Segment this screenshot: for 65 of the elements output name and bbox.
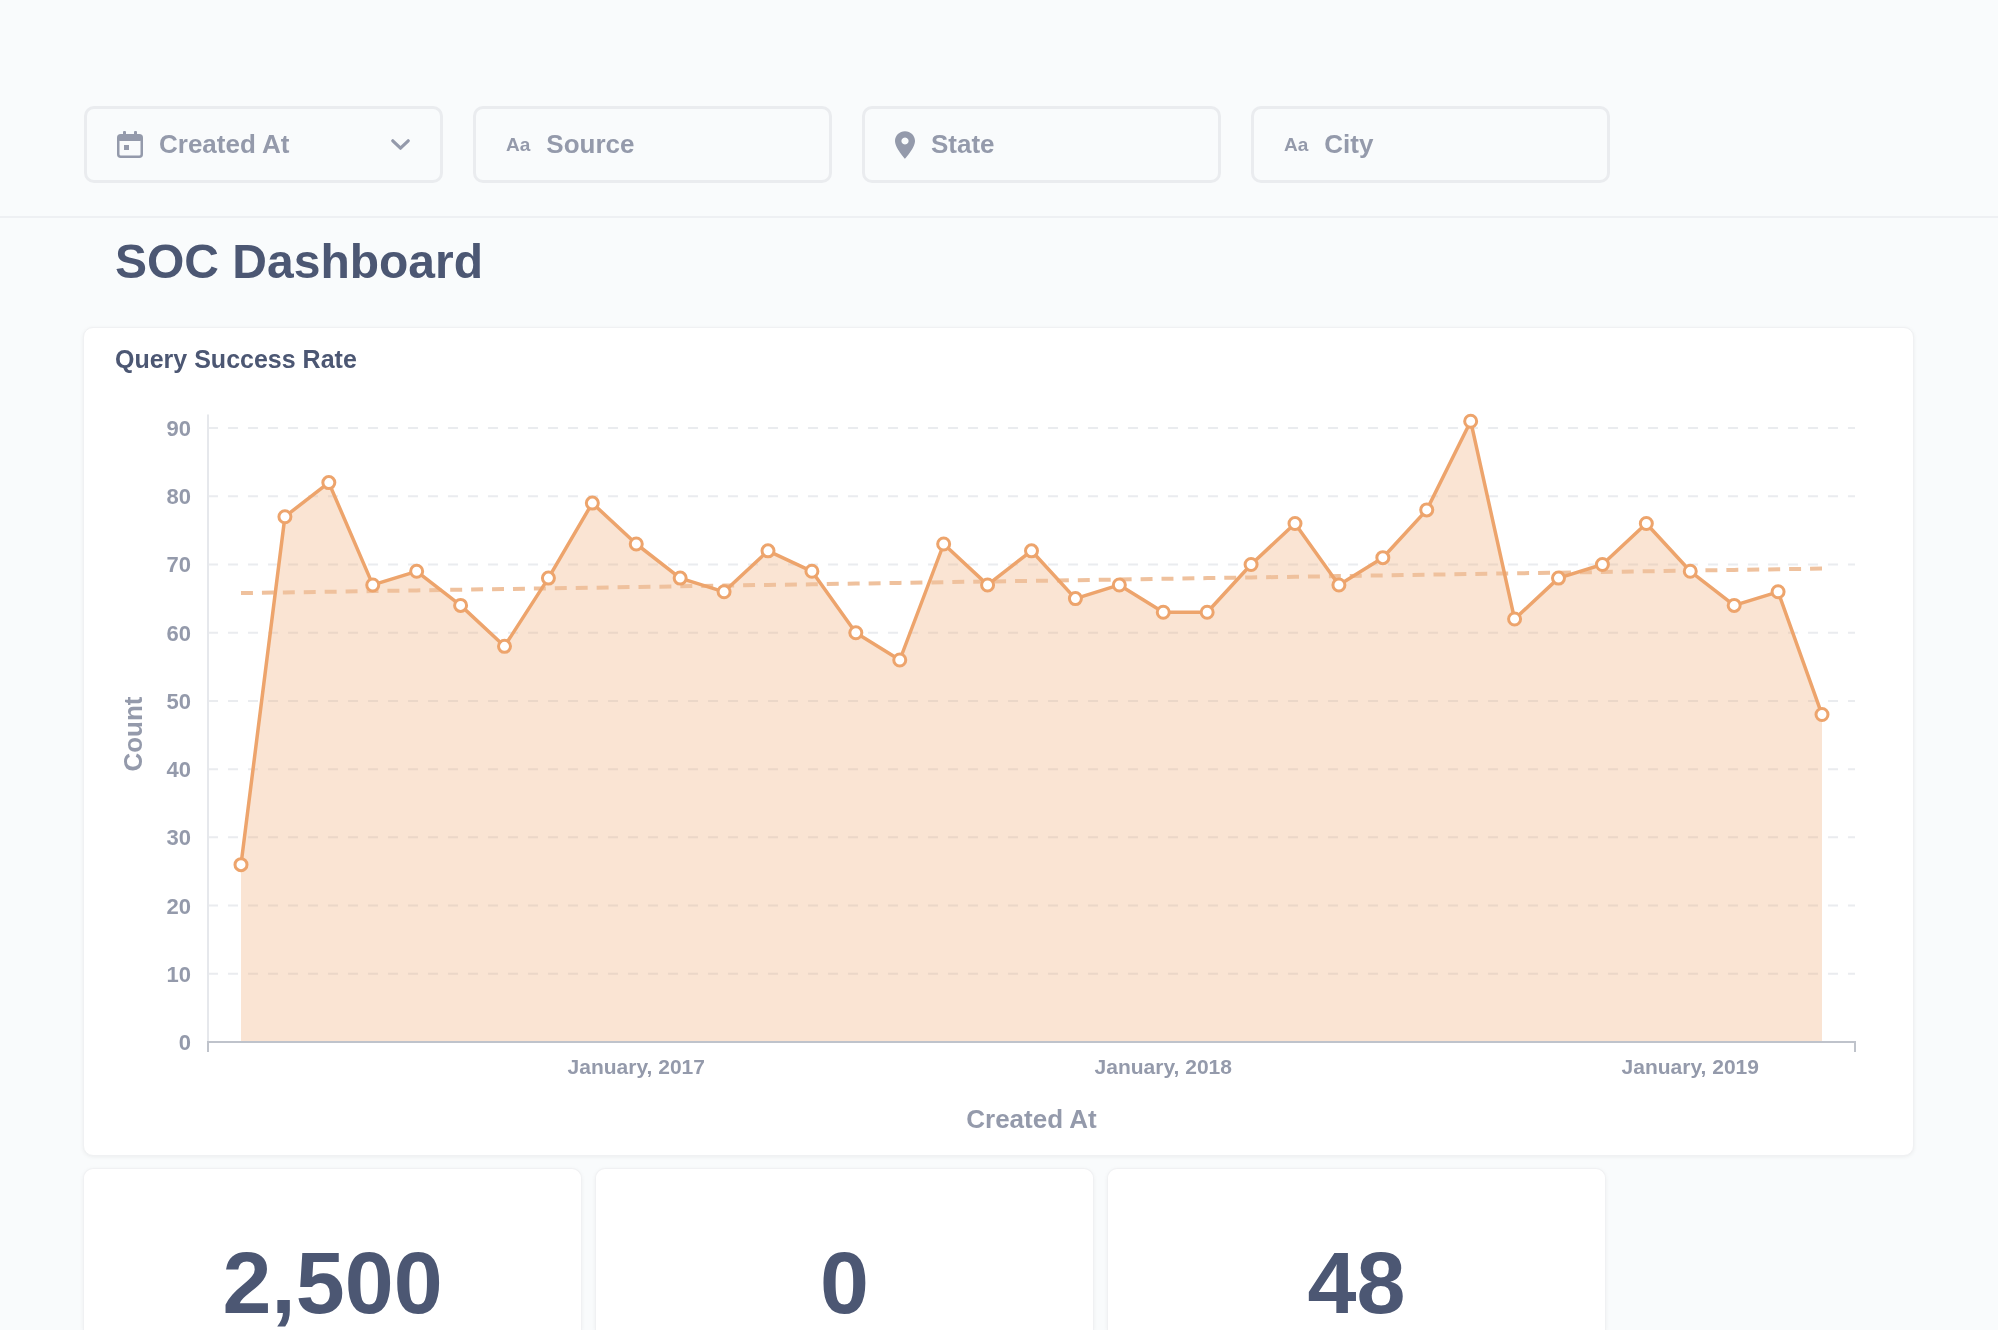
x-axis-title: Created At	[966, 1104, 1097, 1134]
data-point	[1770, 584, 1786, 600]
data-point	[497, 638, 512, 654]
data-point	[1199, 604, 1215, 620]
y-tick-label: 70	[166, 552, 191, 578]
dashboard-title: SOC Dashboard	[115, 234, 484, 290]
x-tick-label: January, 2017	[567, 1055, 705, 1078]
data-point	[1507, 611, 1523, 627]
data-point	[1638, 516, 1654, 532]
data-point	[409, 563, 425, 579]
y-axis-title: Count	[118, 696, 148, 772]
y-tick-label: 0	[178, 1030, 191, 1055]
scalar-value: 2,500	[222, 1239, 443, 1327]
data-point	[1682, 563, 1698, 579]
data-point	[321, 475, 337, 491]
y-tick-label: 20	[166, 893, 191, 919]
data-point	[1024, 543, 1039, 559]
data-point	[804, 563, 820, 579]
data-point	[892, 652, 908, 668]
data-point	[936, 536, 952, 552]
scalar-value: 0	[820, 1239, 869, 1327]
filter-button[interactable]: Created At	[84, 106, 443, 183]
text-type-icon: Aa	[506, 135, 531, 154]
data-point	[540, 570, 556, 586]
data-point	[453, 597, 469, 613]
y-tick-label: 80	[166, 484, 191, 510]
y-tick-label: 10	[166, 961, 191, 987]
data-point	[848, 625, 864, 641]
data-point	[1463, 413, 1479, 429]
data-point	[1067, 591, 1083, 607]
data-point	[716, 584, 732, 600]
data-point	[628, 536, 644, 552]
calendar-icon	[117, 131, 143, 158]
data-point	[277, 509, 293, 525]
text-type-icon: Aa	[1284, 135, 1309, 154]
map-pin-icon	[895, 130, 915, 159]
data-point	[1726, 597, 1742, 613]
y-tick-label: 50	[166, 688, 191, 714]
data-point	[1111, 577, 1127, 593]
y-tick-label: 30	[166, 825, 191, 851]
data-point	[365, 577, 381, 593]
y-tick-label: 90	[166, 416, 191, 442]
filter-button[interactable]: Aa City	[1251, 106, 1610, 183]
filter-button[interactable]: Aa Source	[473, 106, 832, 183]
data-point	[1814, 707, 1830, 723]
data-point	[233, 857, 249, 873]
data-point	[1419, 502, 1435, 518]
data-point	[1243, 557, 1259, 572]
scalar-value: 48	[1307, 1239, 1406, 1327]
data-point	[672, 570, 688, 586]
data-point	[584, 495, 600, 511]
data-point	[1155, 604, 1171, 620]
card-title: Query Success Rate	[115, 344, 357, 375]
data-point	[1375, 550, 1391, 566]
filter-button[interactable]: State	[862, 106, 1221, 183]
data-point	[760, 543, 776, 559]
y-tick-label: 40	[166, 757, 191, 783]
x-tick-label: January, 2018	[1094, 1055, 1232, 1078]
data-point	[1287, 516, 1303, 532]
data-point	[1551, 570, 1566, 586]
y-tick-label: 60	[166, 620, 191, 646]
data-point	[1331, 577, 1347, 593]
data-point	[1594, 557, 1610, 572]
x-tick-label: January, 2019	[1621, 1055, 1759, 1078]
data-point	[980, 577, 996, 593]
